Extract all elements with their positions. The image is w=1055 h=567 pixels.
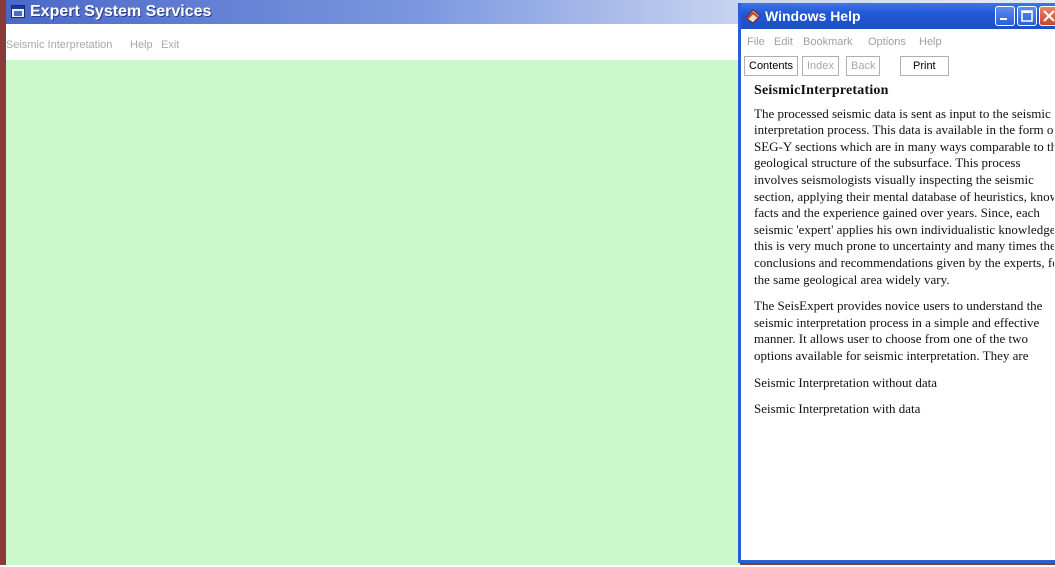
- help-titlebar[interactable]: Windows Help: [741, 3, 1055, 29]
- index-button[interactable]: Index: [802, 56, 839, 76]
- topic-paragraph: The processed seismic data is sent as in…: [754, 105, 1054, 287]
- help-toolbar: Contents Index Back Print: [741, 56, 1055, 78]
- topic-title: SeismicInterpretation: [754, 83, 889, 98]
- back-button[interactable]: Back: [846, 56, 881, 76]
- help-topic-content: SeismicInterpretation The processed seis…: [754, 83, 1054, 553]
- menu-seismic-interpretation[interactable]: Seismic Interpretation: [6, 39, 112, 51]
- help-window: Windows Help File Edit Bookmark Options …: [738, 3, 1055, 563]
- help-menu-file[interactable]: File: [747, 36, 765, 48]
- help-book-icon: [745, 9, 761, 24]
- minimize-button[interactable]: [995, 6, 1015, 26]
- help-menu-edit[interactable]: Edit: [774, 36, 793, 48]
- app-window-icon: [11, 5, 25, 18]
- help-menu-bookmark[interactable]: Bookmark: [803, 36, 853, 48]
- help-menu-help[interactable]: Help: [919, 36, 942, 48]
- topic-paragraph: The SeisExpert provides novice users to …: [754, 298, 1043, 363]
- help-menu-options[interactable]: Options: [868, 36, 906, 48]
- help-window-title: Windows Help: [765, 8, 861, 24]
- menu-help[interactable]: Help: [130, 39, 153, 51]
- print-button[interactable]: Print: [900, 56, 949, 76]
- main-client-area: [6, 60, 740, 565]
- topic-link-without-data[interactable]: Seismic Interpretation without data: [754, 375, 1054, 392]
- help-menubar: File Edit Bookmark Options Help: [741, 33, 1055, 53]
- close-button[interactable]: [1039, 6, 1055, 26]
- minimize-icon: [1000, 18, 1007, 20]
- topic-link-with-data[interactable]: Seismic Interpretation with data: [754, 401, 1054, 418]
- contents-button[interactable]: Contents: [744, 56, 799, 76]
- menu-exit[interactable]: Exit: [161, 39, 179, 51]
- main-window-title: Expert System Services: [30, 3, 212, 20]
- maximize-button[interactable]: [1017, 6, 1037, 26]
- maximize-icon: [1021, 10, 1033, 22]
- close-icon: [1043, 10, 1055, 22]
